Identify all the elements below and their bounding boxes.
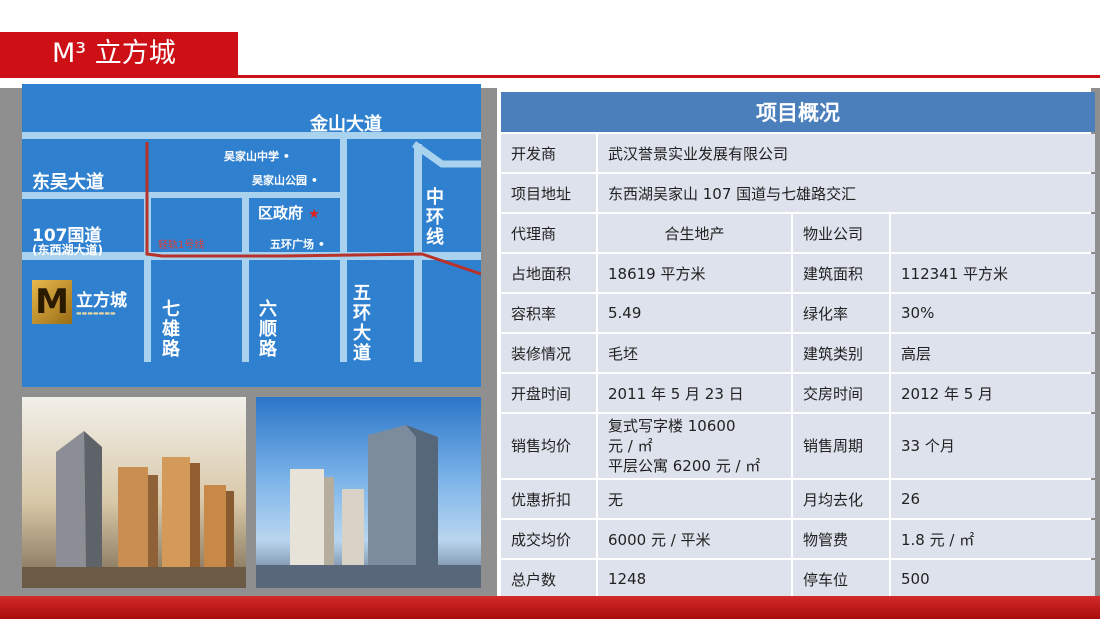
poi-plaza: 五环广场 •: [270, 238, 325, 251]
table-row: 装修情况 毛坯 建筑类别 高层: [501, 334, 1095, 372]
page-title: M³ 立方城: [0, 32, 238, 76]
row-label: 成交均价: [501, 520, 596, 558]
row-value-2: 26: [891, 480, 1095, 518]
row-label-2: 物管费: [793, 520, 889, 558]
row-value-2: 1.8 元 / ㎡: [891, 520, 1095, 558]
table-row: 开发商 武汉誉景实业发展有限公司: [501, 134, 1095, 172]
location-map[interactable]: 金山大道 东吴大道 107国道 (东西湖大道) 七雄路 六顺路 五环大道 中环线…: [22, 84, 481, 387]
row-label: 容积率: [501, 294, 596, 332]
row-value-2: 30%: [891, 294, 1095, 332]
price-line: 元 / ㎡: [608, 437, 653, 455]
label-zhonghuan: 中环线: [426, 187, 444, 248]
logo-mark: M: [32, 280, 72, 324]
poi-gov: 区政府 ★: [258, 204, 320, 222]
row-label: 开发商: [501, 134, 596, 172]
row-label-2: 月均去化: [793, 480, 889, 518]
project-overview-table: 项目概况 开发商 武汉誉景实业发展有限公司 项目地址 东西湖吴家山 107 国道…: [499, 90, 1097, 600]
title-divider: [0, 75, 1100, 78]
row-label-2: 绿化率: [793, 294, 889, 332]
row-value: 合生地产: [598, 214, 791, 252]
table-row: 总户数 1248 停车位 500: [501, 560, 1095, 598]
gov-marker-icon: ★: [308, 207, 320, 222]
building-photo-sky: [256, 397, 481, 588]
row-label-2: 交房时间: [793, 374, 889, 412]
building-photo-day: [22, 397, 246, 588]
row-label: 总户数: [501, 560, 596, 598]
row-value: 复式写字楼 10600 元 / ㎡ 平层公寓 6200 元 / ㎡: [598, 414, 791, 478]
row-label: 占地面积: [501, 254, 596, 292]
project-logo: M 立方城 ▬▬▬▬▬▬▬: [32, 280, 142, 324]
row-label: 装修情况: [501, 334, 596, 372]
table-row: 占地面积 18619 平方米 建筑面积 112341 平方米: [501, 254, 1095, 292]
table-row: 容积率 5.49 绿化率 30%: [501, 294, 1095, 332]
row-value-2: 112341 平方米: [891, 254, 1095, 292]
row-value: 武汉誉景实业发展有限公司: [598, 134, 1095, 172]
row-label-2: 物业公司: [793, 214, 889, 252]
row-value-2: 500: [891, 560, 1095, 598]
logo-tagline-graphic: ▬▬▬▬▬▬▬: [76, 310, 116, 317]
metro-label: 轻轨1号线: [158, 240, 205, 251]
row-label-2: 销售周期: [793, 414, 889, 478]
row-value: 毛坯: [598, 334, 791, 372]
row-value-2: 2012 年 5 月: [891, 374, 1095, 412]
row-value-2: 高层: [891, 334, 1095, 372]
table-row: 开盘时间 2011 年 5 月 23 日 交房时间 2012 年 5 月: [501, 374, 1095, 412]
row-value: 东西湖吴家山 107 国道与七雄路交汇: [598, 174, 1095, 212]
label-qixiong: 七雄路: [162, 299, 180, 360]
price-line: 复式写字楼 10600: [608, 417, 736, 435]
price-line: 平层公寓 6200 元 / ㎡: [608, 457, 761, 475]
table-row: 优惠折扣 无 月均去化 26: [501, 480, 1095, 518]
row-value: 6000 元 / 平米: [598, 520, 791, 558]
row-label-2: 建筑类别: [793, 334, 889, 372]
table-row: 销售均价 复式写字楼 10600 元 / ㎡ 平层公寓 6200 元 / ㎡ 销…: [501, 414, 1095, 478]
table-header: 项目概况: [501, 92, 1095, 132]
row-value: 18619 平方米: [598, 254, 791, 292]
poi-school: 吴家山中学 •: [224, 150, 290, 163]
row-label: 项目地址: [501, 174, 596, 212]
row-label-2: 建筑面积: [793, 254, 889, 292]
footer-bar: [0, 596, 1100, 619]
label-liushun: 六顺路: [259, 299, 277, 360]
row-label: 开盘时间: [501, 374, 596, 412]
poi-park: 吴家山公园 •: [252, 174, 318, 187]
row-value-2: [891, 214, 1095, 252]
table-row: 代理商 合生地产 物业公司: [501, 214, 1095, 252]
row-label-2: 停车位: [793, 560, 889, 598]
row-value: 2011 年 5 月 23 日: [598, 374, 791, 412]
building-render-1: [22, 431, 246, 588]
label-g107-sub: (东西湖大道): [32, 243, 103, 257]
logo-text: 立方城: [76, 291, 127, 311]
row-value: 1248: [598, 560, 791, 598]
label-wuhuan: 五环大道: [353, 283, 371, 364]
project-overview-panel: 项目概况 开发商 武汉誉景实业发展有限公司 项目地址 东西湖吴家山 107 国道…: [497, 88, 1095, 614]
row-label: 优惠折扣: [501, 480, 596, 518]
row-value: 5.49: [598, 294, 791, 332]
table-row: 项目地址 东西湖吴家山 107 国道与七雄路交汇: [501, 174, 1095, 212]
label-dongwu: 东吴大道: [32, 172, 104, 193]
row-label: 代理商: [501, 214, 596, 252]
table-row: 成交均价 6000 元 / 平米 物管费 1.8 元 / ㎡: [501, 520, 1095, 558]
row-label: 销售均价: [501, 414, 596, 478]
building-render-2: [256, 425, 481, 588]
label-jinshan: 金山大道: [310, 114, 382, 135]
row-value-2: 33 个月: [891, 414, 1095, 478]
row-value: 无: [598, 480, 791, 518]
